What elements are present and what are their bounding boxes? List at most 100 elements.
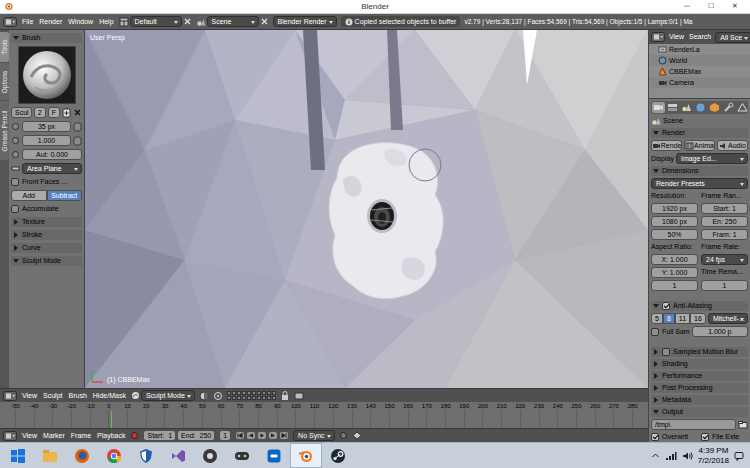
render-engine-dropdown[interactable]: Blender Render [273, 16, 337, 27]
brush-users-button[interactable]: 2 [34, 107, 46, 118]
radius-field[interactable]: 35 px [22, 121, 71, 132]
editor-type-icon[interactable] [651, 32, 665, 42]
expand-arrow-icon[interactable] [654, 361, 658, 367]
remap-new-field[interactable]: 1 [701, 280, 748, 291]
keying-set-icon[interactable] [352, 431, 362, 440]
close-button[interactable]: ✕ [723, 0, 747, 13]
scene-icon[interactable] [196, 17, 206, 27]
menu-item[interactable]: Brush [68, 391, 88, 401]
chrome-icon[interactable] [98, 443, 130, 468]
render-presets-dropdown[interactable]: Render Presets [651, 178, 748, 189]
menu-item[interactable]: Window [67, 17, 94, 27]
new-brush-icon[interactable] [62, 108, 71, 118]
notifications-icon[interactable] [734, 451, 744, 461]
jump-end-icon[interactable] [279, 431, 289, 440]
checkbox[interactable] [701, 433, 709, 441]
expand-arrow-icon[interactable] [13, 36, 19, 40]
current-frame-field[interactable]: 1 [219, 430, 231, 441]
maximize-button[interactable]: ☐ [699, 0, 723, 13]
panel-header[interactable]: Performance [651, 371, 748, 381]
screen-layout-icon[interactable] [119, 17, 129, 27]
outliner-item[interactable]: CBBEMax [649, 66, 750, 77]
current-frame-cursor[interactable] [111, 411, 112, 428]
blueapp-icon[interactable] [258, 443, 290, 468]
layout-dropdown[interactable]: Default [130, 16, 182, 27]
aa-sample-button[interactable]: 5 [651, 313, 663, 324]
scene-tab-icon[interactable] [680, 102, 693, 113]
checkbox[interactable] [651, 433, 659, 441]
sculpt-plane-dropdown[interactable]: Area Plane [22, 163, 82, 174]
lock-camera-icon[interactable] [280, 391, 290, 401]
expand-arrow-icon[interactable] [14, 219, 18, 225]
frame-start-field[interactable]: Start: 1 [701, 203, 748, 214]
shelf-tab[interactable]: Grease Pencil [0, 101, 9, 160]
explorer-icon[interactable] [34, 443, 66, 468]
editor-type-icon[interactable] [3, 431, 17, 441]
checkbox-row[interactable]: Accumulate [11, 204, 82, 214]
shelf-tab[interactable]: Options [0, 63, 9, 100]
menu-item[interactable]: Render [38, 17, 63, 27]
menu-item[interactable]: View [21, 431, 38, 441]
modifiers-tab-icon[interactable] [722, 102, 735, 113]
menu-item[interactable]: Search [688, 32, 712, 42]
scene-dropdown[interactable]: Scene [207, 16, 259, 27]
shelf-tab[interactable]: Tools [0, 32, 9, 62]
pivot-icon[interactable] [213, 391, 223, 401]
render-preview-icon[interactable] [294, 391, 304, 401]
aspect-y-field[interactable]: Y: 1.000 [651, 267, 698, 278]
panel-header[interactable]: Sampled Motion Blur [651, 347, 748, 357]
blender-icon[interactable] [290, 443, 322, 468]
close-icon[interactable] [260, 17, 269, 26]
frame-rate-dropdown[interactable]: 24 fps [701, 254, 748, 265]
outliner-item[interactable]: Camera [649, 77, 750, 88]
world-tab-icon[interactable] [694, 102, 707, 113]
editor-type-icon[interactable] [3, 17, 17, 27]
output-path-field[interactable]: /tmp\ [651, 419, 736, 430]
menu-item[interactable]: Playback [96, 431, 126, 441]
panel-header[interactable]: Shading [651, 359, 748, 369]
autosmooth-field[interactable]: Aut: 0.000 [22, 149, 82, 160]
volume-icon[interactable] [682, 451, 693, 461]
resolution-x-field[interactable]: 1920 px [651, 203, 698, 214]
panel-header[interactable]: Dimensions [651, 166, 748, 176]
display-dropdown[interactable]: Image Ed... [676, 153, 748, 164]
checkbox[interactable] [11, 205, 19, 213]
menu-item[interactable]: Marker [42, 431, 66, 441]
shield-icon[interactable] [130, 443, 162, 468]
render-animation-button[interactable]: Anima [684, 140, 715, 151]
aspect-x-field[interactable]: X: 1.000 [651, 254, 698, 265]
gamepad-icon[interactable] [226, 443, 258, 468]
expand-arrow-icon[interactable] [14, 245, 18, 251]
shading-icon[interactable] [199, 391, 209, 401]
sculpt-plane-icon[interactable] [11, 164, 20, 173]
expand-arrow-icon[interactable] [654, 385, 658, 391]
checkbox-row[interactable]: File Exte [701, 432, 748, 442]
radius-unit-icon[interactable] [11, 122, 20, 131]
expand-arrow-icon[interactable] [653, 169, 659, 173]
panel-header[interactable]: Sculpt Mode [11, 256, 82, 266]
outliner-filter-dropdown[interactable]: All Sce [715, 32, 750, 43]
jump-key-back-icon[interactable] [246, 431, 256, 440]
layer-grid[interactable] [227, 391, 276, 400]
disc-icon[interactable] [194, 443, 226, 468]
strength-icon[interactable] [11, 136, 20, 145]
jump-key-forward-icon[interactable] [268, 431, 278, 440]
3d-viewport[interactable]: User Persp(1) CBBEMax [85, 30, 648, 388]
network-icon[interactable] [665, 451, 677, 461]
menu-item[interactable]: View [668, 32, 685, 42]
aa-sample-button[interactable]: 11 [675, 313, 690, 324]
panel-header[interactable]: Brush [11, 33, 82, 43]
sync-dropdown[interactable]: No Sync [293, 430, 334, 441]
render-audio-button[interactable]: Audio [717, 140, 748, 151]
panel-header[interactable]: Curve [11, 243, 82, 253]
object-tab-icon[interactable] [708, 102, 721, 113]
menu-item[interactable]: View [21, 391, 38, 401]
menu-item[interactable]: Hide/Mask [92, 391, 127, 401]
fake-user-button[interactable]: F [48, 107, 60, 118]
close-icon[interactable] [183, 17, 192, 26]
sculpt-mesh-view[interactable] [85, 30, 648, 388]
auto-key-icon[interactable] [339, 431, 348, 440]
editor-type-icon[interactable] [3, 391, 17, 401]
pressure-radius-icon[interactable] [73, 122, 82, 132]
frame-step-field[interactable]: Fram: 1 [701, 229, 748, 240]
